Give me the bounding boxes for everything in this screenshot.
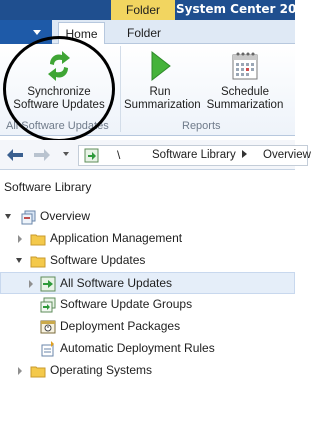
software-updates-icon: [40, 276, 56, 292]
tree-item-label: Automatic Deployment Rules: [60, 341, 215, 355]
tree-item-label: Application Management: [50, 231, 183, 245]
expand-arrow-icon[interactable]: [5, 214, 11, 219]
expand-arrow-icon[interactable]: [29, 280, 33, 288]
overview-icon: [21, 210, 36, 225]
folder-icon: [30, 234, 46, 246]
breadcrumb[interactable]: \ Software Library Overview: [78, 145, 311, 166]
tree-item-label: All Software Updates: [60, 276, 173, 290]
deployment-packages-icon: [40, 320, 56, 334]
tree-item-operating-systems[interactable]: Operating Systems: [0, 360, 295, 382]
tree-item-software-updates[interactable]: Software Updates: [0, 250, 295, 272]
run-button-line2: Summarization: [124, 99, 201, 111]
chevron-down-icon: [33, 30, 41, 35]
update-groups-icon: [40, 297, 56, 313]
tree-item-application-management[interactable]: Application Management: [0, 228, 295, 250]
back-arrow-icon[interactable]: [6, 148, 24, 162]
expand-arrow-icon[interactable]: [18, 235, 22, 243]
deployment-rules-icon: [41, 341, 54, 357]
forward-arrow-icon[interactable]: [33, 148, 51, 162]
highlight-circle: [3, 36, 115, 142]
tree-item-label: Software Updates: [50, 253, 146, 267]
folder-tools-context-label: Folder Tools: [111, 0, 175, 37]
tree-item-overview[interactable]: Overview: [0, 206, 295, 228]
expand-arrow-icon[interactable]: [16, 258, 22, 263]
schedule-button-line1: Schedule: [221, 86, 269, 98]
navigation-pane-title: Software Library: [4, 180, 92, 194]
tree-item-label: Software Update Groups: [60, 297, 193, 311]
expand-arrow-icon[interactable]: [18, 367, 22, 375]
group-label-reports: Reports: [182, 120, 221, 132]
folder-icon: [30, 366, 46, 378]
folder-icon: [30, 256, 46, 268]
run-summarization-button[interactable]: Run Summarization: [124, 44, 201, 112]
tree-item-label: Operating Systems: [50, 363, 153, 377]
tree-item-label: Overview: [40, 209, 91, 223]
schedule-summarization-button[interactable]: Schedule Summarization: [203, 44, 287, 112]
run-button-line1: Run: [149, 86, 171, 98]
breadcrumb-chevron-icon[interactable]: [242, 150, 247, 158]
tree-item-software-update-groups[interactable]: Software Update Groups: [0, 294, 295, 316]
run-icon: [151, 50, 171, 82]
history-dropdown-icon[interactable]: [63, 152, 69, 156]
calendar-icon: [232, 52, 258, 80]
app-title: System Center 2012: [176, 2, 314, 16]
breadcrumb-root-icon: [84, 148, 99, 163]
tree-item-deployment-packages[interactable]: Deployment Packages: [0, 316, 295, 338]
breadcrumb-separator: \: [117, 148, 121, 162]
ribbon-group-divider: [120, 46, 121, 132]
breadcrumb-overview[interactable]: Overview: [263, 149, 311, 161]
tree-item-label: Deployment Packages: [60, 319, 181, 333]
address-bar: \ Software Library Overview: [0, 140, 311, 170]
breadcrumb-software-library[interactable]: Software Library: [152, 149, 236, 161]
tree-item-all-software-updates[interactable]: All Software Updates: [0, 272, 295, 294]
tree-item-automatic-deployment-rules[interactable]: Automatic Deployment Rules: [0, 338, 295, 360]
schedule-button-line2: Summarization: [206, 99, 284, 111]
tab-folder[interactable]: Folder: [112, 22, 176, 45]
